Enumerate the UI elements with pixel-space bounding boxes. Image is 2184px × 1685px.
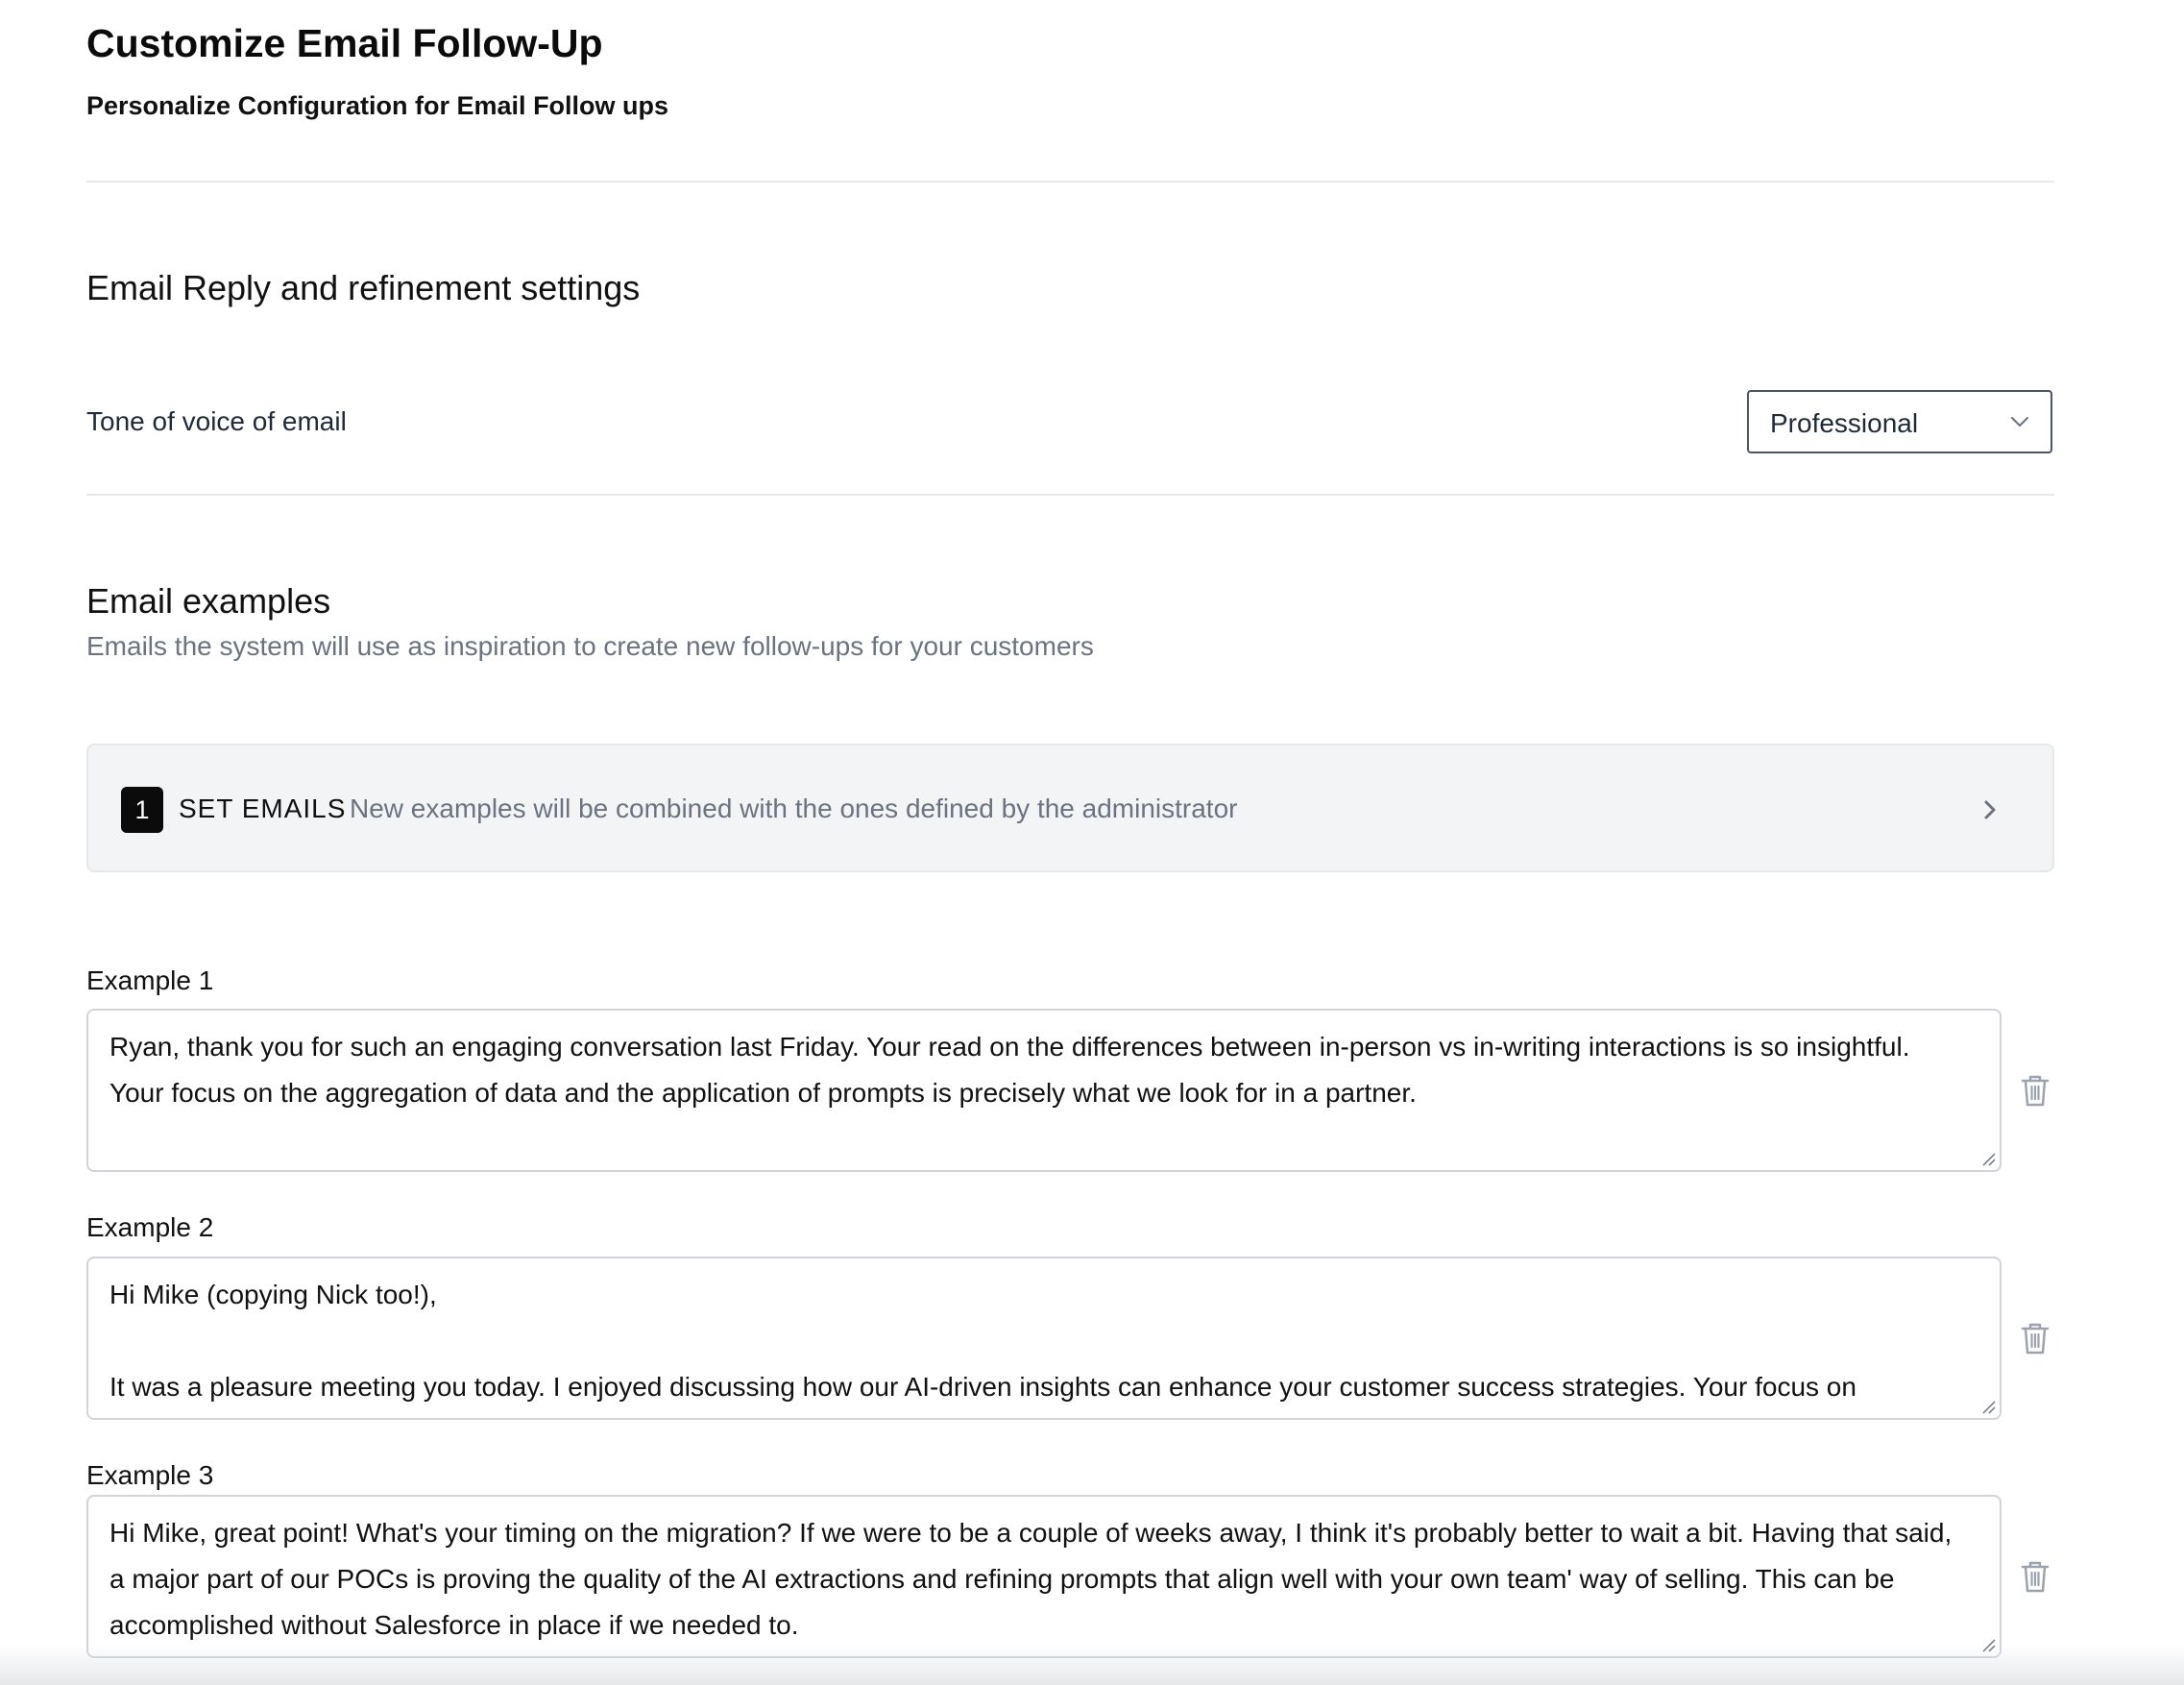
resize-handle-icon[interactable] xyxy=(1980,1637,1996,1652)
example-label: Example 1 xyxy=(86,965,214,995)
trash-icon[interactable] xyxy=(2020,1073,2051,1108)
email-count-badge: 1 xyxy=(121,787,163,833)
header-divider xyxy=(86,181,2054,183)
resize-handle-icon[interactable] xyxy=(1980,1399,1996,1414)
example-text: Ryan, thank you for such an engaging con… xyxy=(109,1032,1917,1108)
example-text: Hi Mike (copying Nick too!), It was a pl… xyxy=(109,1280,1856,1402)
set-emails-description: New examples will be combined with the o… xyxy=(350,794,1238,823)
tone-select[interactable]: Professional xyxy=(1747,390,2052,453)
set-emails-title: SET EMAILS xyxy=(179,794,347,823)
trash-icon[interactable] xyxy=(2020,1559,2051,1594)
set-emails-panel[interactable]: 1 SET EMAILS New examples will be combin… xyxy=(86,744,2054,872)
example-textarea[interactable]: Hi Mike, great point! What's your timing… xyxy=(86,1495,2002,1658)
example-label: Example 2 xyxy=(86,1212,214,1242)
example-textarea[interactable]: Ryan, thank you for such an engaging con… xyxy=(86,1009,2002,1172)
chevron-down-icon xyxy=(2011,417,2028,427)
page-title: Customize Email Follow-Up xyxy=(86,21,603,65)
tone-label: Tone of voice of email xyxy=(86,406,347,436)
trash-icon[interactable] xyxy=(2020,1321,2051,1355)
page-subtitle: Personalize Configuration for Email Foll… xyxy=(86,91,669,120)
settings-divider xyxy=(86,494,2054,496)
tone-select-value: Professional xyxy=(1770,408,1919,438)
example-text: Hi Mike, great point! What's your timing… xyxy=(109,1518,1959,1640)
resize-handle-icon[interactable] xyxy=(1980,1151,1996,1166)
email-examples-title: Email examples xyxy=(86,581,331,621)
chevron-right-icon xyxy=(1984,800,1996,819)
example-label: Example 3 xyxy=(86,1460,214,1490)
reply-settings-title: Email Reply and refinement settings xyxy=(86,268,641,307)
example-textarea[interactable]: Hi Mike (copying Nick too!), It was a pl… xyxy=(86,1257,2002,1420)
email-examples-description: Emails the system will use as inspiratio… xyxy=(86,631,1094,661)
